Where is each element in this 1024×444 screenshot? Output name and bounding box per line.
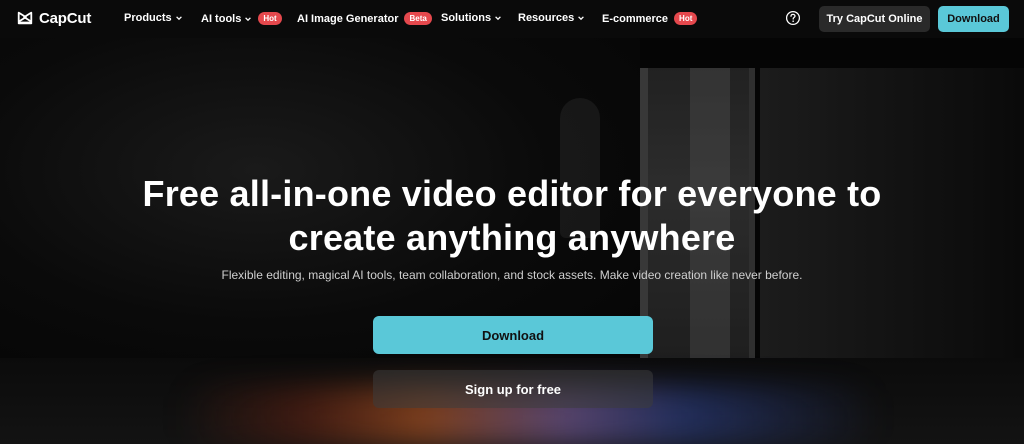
- nav-solutions-label: Solutions: [441, 12, 492, 24]
- nav-products[interactable]: Products: [124, 12, 183, 24]
- nav-ai-tools-label: AI tools: [201, 12, 242, 25]
- chevron-down-icon: [578, 16, 585, 21]
- nav-solutions[interactable]: Solutions: [441, 12, 502, 24]
- hot-badge: Hot: [258, 12, 282, 25]
- chevron-down-icon: [495, 16, 501, 21]
- hero-headline-line2: create anything anywhere: [288, 217, 736, 258]
- nav-ai-image-generator-label: AI Image Generator: [297, 12, 399, 25]
- try-capcut-online-button[interactable]: Try CapCut Online: [819, 6, 930, 32]
- chevron-down-icon: [175, 16, 182, 21]
- chevron-down-icon: [245, 16, 252, 21]
- nav-products-label: Products: [124, 12, 172, 24]
- nav-ai-tools[interactable]: AI tools Hot: [201, 12, 282, 25]
- nav-resources-label: Resources: [518, 12, 575, 24]
- nav-e-commerce-label: E-commerce: [602, 12, 669, 25]
- beta-badge: Beta: [404, 12, 432, 25]
- hero-headline: Free all-in-one video editor for everyon…: [0, 172, 1024, 260]
- top-navbar: CapCut Products AI tools Hot AI Image Ge…: [0, 0, 1024, 38]
- capcut-logo[interactable]: CapCut: [16, 9, 91, 27]
- capcut-logo-icon: [17, 11, 33, 25]
- sign-up-button[interactable]: Sign up for free: [373, 370, 653, 408]
- hero-download-button[interactable]: Download: [373, 316, 653, 354]
- logo-text: CapCut: [39, 9, 92, 27]
- hero-headline-line1: Free all-in-one video editor for everyon…: [142, 173, 882, 214]
- hot-badge: Hot: [674, 12, 698, 25]
- nav-ai-image-generator[interactable]: AI Image Generator Beta: [297, 12, 432, 25]
- question-circle-icon[interactable]: [785, 10, 801, 26]
- hero-subheadline: Flexible editing, magical AI tools, team…: [221, 268, 803, 282]
- nav-download-button[interactable]: Download: [938, 6, 1009, 32]
- nav-resources[interactable]: Resources: [518, 12, 585, 24]
- nav-e-commerce[interactable]: E-commerce Hot: [602, 12, 698, 25]
